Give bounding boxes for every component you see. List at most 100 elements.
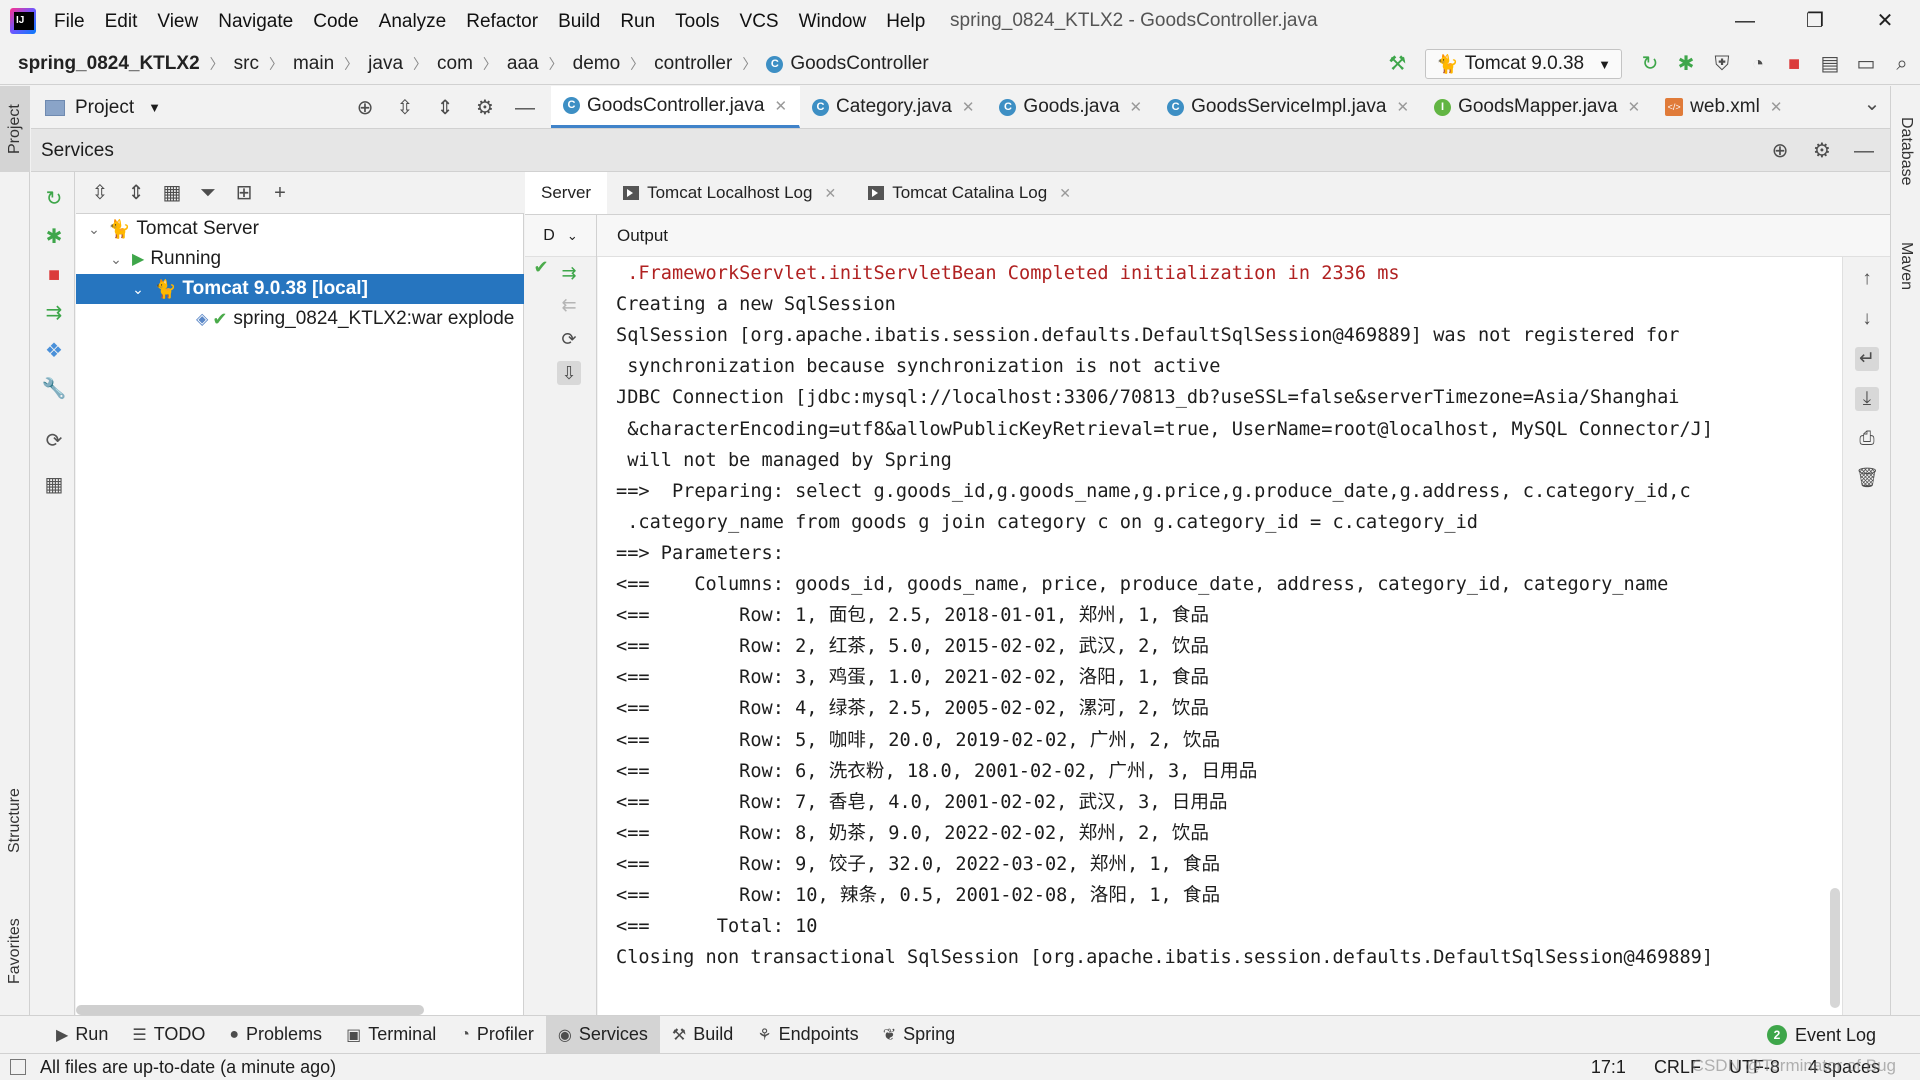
bottom-tab-services[interactable]: ◉ Services — [545, 1015, 660, 1054]
close-tab-icon[interactable]: ✕ — [1130, 98, 1143, 116]
menu-run[interactable]: Run — [610, 11, 665, 33]
group-icon[interactable]: ▦ — [154, 175, 190, 211]
close-tab-icon[interactable]: ✕ — [824, 185, 836, 202]
gear-icon[interactable]: ⚙ — [1804, 133, 1840, 169]
bottom-tab-terminal[interactable]: ▣ Terminal — [334, 1016, 448, 1054]
bottom-tab-run[interactable]: ▶ Run — [44, 1016, 120, 1054]
close-window-button[interactable]: ✕ — [1865, 8, 1905, 36]
rerun-icon[interactable]: ↻ — [1632, 46, 1668, 82]
collapse-all-icon[interactable]: ⇕ — [118, 175, 154, 211]
locate-icon[interactable]: ⊕ — [1762, 133, 1798, 169]
coverage-icon[interactable]: ⛨ — [1704, 46, 1740, 82]
bottom-tab-spring[interactable]: ❦ Spring — [871, 1016, 967, 1054]
editor-tab[interactable]: C Category.java ✕ — [800, 86, 987, 128]
artifacts-icon[interactable]: ❖ — [41, 338, 67, 364]
tree-node-artifact[interactable]: ◈ ✔ spring_0824_KTLX2:war explode — [76, 304, 524, 334]
close-tab-icon[interactable]: ✕ — [1628, 98, 1641, 116]
locate-icon[interactable]: ⊕ — [347, 90, 383, 126]
output-tab[interactable]: Tomcat Localhost Log ✕ — [607, 172, 852, 214]
print-icon[interactable]: ⎙ — [1855, 427, 1879, 451]
refresh-icon[interactable]: ⟳ — [557, 327, 581, 351]
menu-edit[interactable]: Edit — [95, 11, 148, 33]
menu-build[interactable]: Build — [548, 11, 610, 33]
menu-window[interactable]: Window — [789, 11, 877, 33]
deployment-column-header[interactable]: D ⌄ — [525, 215, 597, 257]
project-structure-icon[interactable]: ▤ — [1812, 46, 1848, 82]
console-output[interactable]: .FrameworkServlet.initServletBean Comple… — [598, 257, 1842, 1015]
bottom-tab-todo[interactable]: ☰ TODO — [120, 1016, 217, 1054]
stop-icon[interactable]: ■ — [1776, 46, 1812, 82]
status-toggle-icon[interactable] — [10, 1059, 26, 1075]
close-tab-icon[interactable]: ✕ — [774, 97, 787, 115]
tree-node-tomcat-server[interactable]: ⌄ 🐈 Tomcat Server — [76, 214, 524, 244]
tree-node-running[interactable]: ⌄ ▶ Running — [76, 244, 524, 274]
scroll-to-end-icon[interactable]: ⇩ — [557, 361, 581, 385]
breadcrumb-item[interactable]: controller — [654, 53, 732, 75]
filter-icon[interactable]: ⏷ — [190, 175, 226, 211]
debug-icon[interactable]: ✱ — [41, 224, 67, 250]
menu-refactor[interactable]: Refactor — [456, 11, 548, 33]
editor-tab[interactable]: </> web.xml ✕ — [1653, 86, 1795, 128]
gear-icon[interactable]: ⚙ — [467, 90, 503, 126]
close-tab-icon[interactable]: ✕ — [1397, 98, 1410, 116]
close-tab-icon[interactable]: ✕ — [962, 98, 975, 116]
layout-icon[interactable]: ▦ — [41, 472, 67, 498]
caret-position[interactable]: 17:1 — [1591, 1057, 1626, 1078]
breadcrumb-item[interactable]: com — [437, 53, 473, 75]
collapse-all-icon[interactable]: ⇕ — [427, 90, 463, 126]
bottom-tab-problems[interactable]: ● Problems — [217, 1016, 334, 1054]
breadcrumb-item[interactable]: java — [368, 53, 403, 75]
menu-tools[interactable]: Tools — [665, 11, 729, 33]
menu-file[interactable]: File — [44, 11, 95, 33]
menu-view[interactable]: View — [147, 11, 208, 33]
output-tab[interactable]: Server — [525, 172, 608, 214]
vertical-scrollbar[interactable] — [1830, 888, 1840, 1008]
menu-navigate[interactable]: Navigate — [208, 11, 303, 33]
up-arrow-icon[interactable]: ↑ — [1855, 267, 1879, 291]
expand-all-icon[interactable]: ⇳ — [82, 175, 118, 211]
menu-analyze[interactable]: Analyze — [369, 11, 457, 33]
add-service-icon[interactable]: + — [262, 175, 298, 211]
debug-icon[interactable]: ✱ — [1668, 46, 1704, 82]
breadcrumb-item[interactable]: GoodsController — [790, 53, 928, 75]
breadcrumb-item[interactable]: main — [293, 53, 334, 75]
menu-code[interactable]: Code — [303, 11, 368, 33]
bottom-tab-endpoints[interactable]: ⚘ Endpoints — [745, 1016, 870, 1054]
search-icon[interactable]: ⌕ — [1884, 46, 1920, 82]
horizontal-scrollbar[interactable] — [76, 1005, 424, 1015]
deploy-icon[interactable]: ⇉ — [41, 300, 67, 326]
structure-tool-tab[interactable]: Structure — [0, 766, 30, 876]
editor-tab[interactable]: C Goods.java ✕ — [987, 86, 1155, 128]
project-view-selector[interactable]: Project ▼ — [45, 86, 161, 129]
project-tool-tab[interactable]: Project — [0, 86, 30, 172]
output-tab[interactable]: Tomcat Catalina Log ✕ — [852, 172, 1087, 214]
menu-vcs[interactable]: VCS — [730, 11, 789, 33]
hide-icon[interactable]: — — [1846, 133, 1882, 169]
toggle-window-icon[interactable]: ▭ — [1848, 46, 1884, 82]
expand-all-icon[interactable]: ⇳ — [387, 90, 423, 126]
bottom-tab-build[interactable]: ⚒ Build — [660, 1016, 745, 1054]
tree-node-tomcat-instance[interactable]: ⌄ 🐈 Tomcat 9.0.38 [local] — [76, 274, 524, 304]
menu-help[interactable]: Help — [876, 11, 935, 33]
breadcrumb-item[interactable]: src — [234, 53, 259, 75]
stop-icon[interactable]: ■ — [41, 262, 67, 288]
new-tab-icon[interactable]: ⊞ — [226, 175, 262, 211]
breadcrumb-item[interactable]: demo — [573, 53, 621, 75]
event-log-button[interactable]: 2 Event Log — [1766, 1016, 1876, 1054]
bottom-tab-profiler[interactable]: ◔ Profiler — [448, 1016, 546, 1054]
down-arrow-icon[interactable]: ↓ — [1855, 307, 1879, 331]
run-configuration-select[interactable]: 🐈 Tomcat 9.0.38 ▼ — [1425, 49, 1622, 79]
chevron-down-icon[interactable]: ⌄ — [84, 221, 104, 238]
soft-wrap-icon[interactable]: ↵ — [1855, 347, 1879, 371]
tab-list-chevron-icon[interactable]: ⌄ — [1854, 86, 1890, 122]
undeploy-icon[interactable]: ⇇ — [557, 293, 581, 317]
editor-tab[interactable]: C GoodsServiceImpl.java ✕ — [1155, 86, 1422, 128]
favorites-tool-tab[interactable]: Favorites — [0, 896, 30, 1006]
chevron-down-icon[interactable]: ⌄ — [106, 251, 126, 268]
editor-tab[interactable]: I GoodsMapper.java ✕ — [1422, 86, 1653, 128]
deploy-icon[interactable]: ⇉ — [557, 261, 581, 285]
profile-icon[interactable]: ◔ — [1740, 46, 1776, 82]
breadcrumb-item[interactable]: spring_0824_KTLX2 — [18, 53, 200, 75]
maven-tool-tab[interactable]: Maven — [1891, 221, 1920, 311]
scroll-to-end-icon[interactable]: ⤓ — [1855, 387, 1879, 411]
